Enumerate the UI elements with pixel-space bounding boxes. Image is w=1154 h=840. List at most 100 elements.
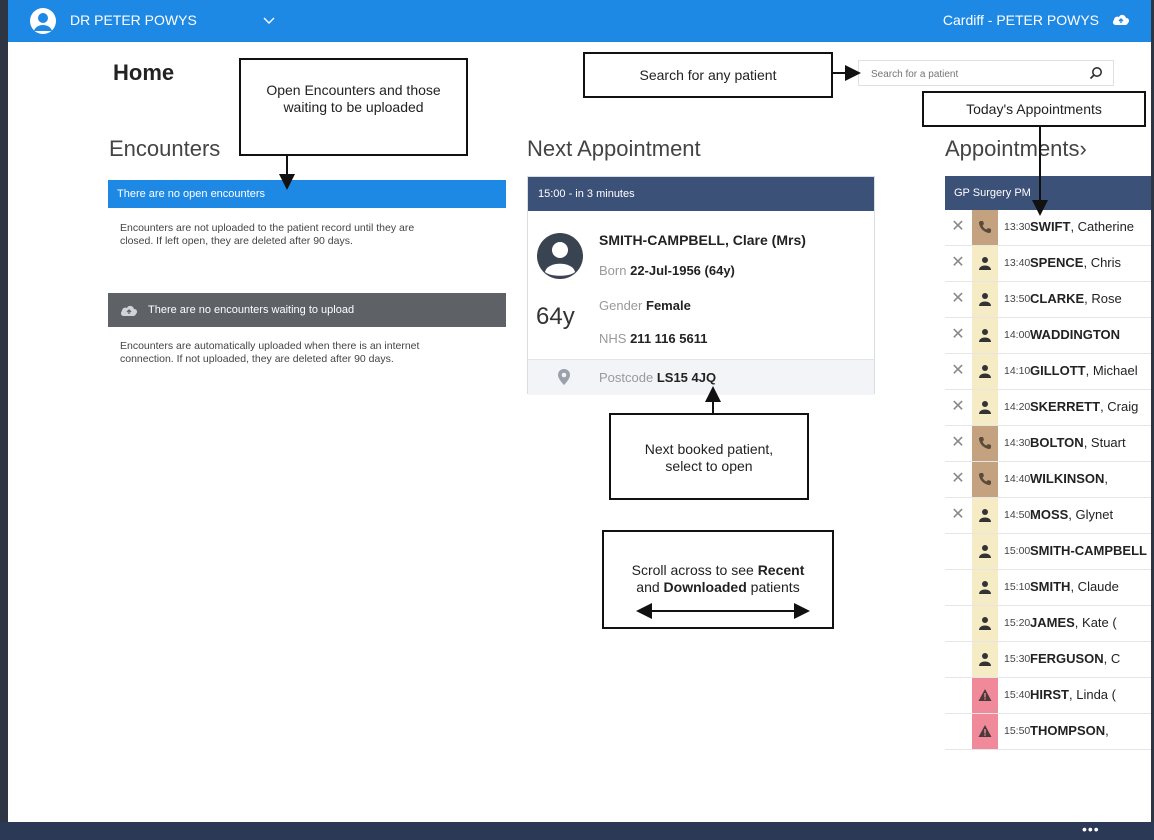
- next-appointment-time: 15:00 - in 3 minutes: [528, 177, 874, 211]
- appointment-row[interactable]: ✕ 13:50 CLARKE, Rose: [945, 282, 1151, 318]
- born-label: Born: [599, 263, 627, 278]
- patient-search[interactable]: [858, 60, 1114, 87]
- nhs-label: NHS: [599, 331, 627, 346]
- appointment-patient: GILLOTT, Michael: [1030, 363, 1138, 378]
- appointment-surname: SMITH: [1030, 579, 1071, 594]
- appointment-row[interactable]: 15:40 HIRST, Linda (: [945, 678, 1151, 714]
- appointment-time: 14:10: [1004, 365, 1031, 377]
- user-avatar-icon[interactable]: [30, 8, 56, 34]
- cancel-icon[interactable]: ✕: [950, 255, 966, 271]
- appointment-list[interactable]: ✕ 13:30 SWIFT, Catherine ✕ 13:40 SPENCE, Chri…: [945, 210, 1151, 804]
- appointment-time: 13:30: [1004, 221, 1031, 233]
- next-appointment-card[interactable]: 15:00 - in 3 minutes 64y SMITH-CAMPBELL,…: [527, 176, 875, 395]
- appointment-row[interactable]: 15:20 JAMES, Kate (: [945, 606, 1151, 642]
- appointment-surname: THOMPSON: [1030, 723, 1106, 738]
- upload-encounters-label: There are no encounters waiting to uploa…: [148, 304, 355, 316]
- appointment-type-strip: [972, 354, 998, 389]
- top-bar: DR PETER POWYS Cardiff - PETER POWYS: [8, 0, 1151, 42]
- appointment-time: 13:50: [1004, 293, 1031, 305]
- search-icon[interactable]: [1089, 66, 1103, 80]
- chevron-down-icon[interactable]: [263, 11, 275, 31]
- upload-encounters-status[interactable]: There are no encounters waiting to uploa…: [108, 293, 506, 327]
- appointment-row[interactable]: 15:50 THOMPSON,: [945, 714, 1151, 750]
- appointment-row[interactable]: ✕ 14:40 WILKINSON,: [945, 462, 1151, 498]
- appointment-time: 15:30: [1004, 653, 1031, 665]
- cancel-icon[interactable]: ✕: [950, 219, 966, 235]
- appointment-patient: THOMPSON,: [1030, 723, 1109, 738]
- callout-encounters: Open Encounters and those waiting to be …: [239, 58, 468, 156]
- postcode-value: LS15 4JQ: [656, 370, 717, 385]
- appointment-forename: , Glynet: [1068, 507, 1114, 522]
- callout-todays-appointments: Today's Appointments: [922, 91, 1146, 127]
- gender-label: Gender: [599, 298, 643, 313]
- appointment-type-strip: [972, 678, 998, 713]
- appointment-row[interactable]: ✕ 14:30 BOLTON, Stuart: [945, 426, 1151, 462]
- window-frame-left: [0, 0, 8, 840]
- patient-name: SMITH-CAMPBELL, Clare (Mrs): [599, 232, 806, 248]
- callout-scroll: Scroll across to see Recent and Download…: [602, 530, 834, 629]
- appointment-patient: SMITH-CAMPBELL: [1030, 543, 1147, 558]
- cancel-icon[interactable]: ✕: [950, 507, 966, 523]
- cancel-icon[interactable]: ✕: [950, 327, 966, 343]
- appointment-row[interactable]: ✕ 14:50 MOSS, Glynet: [945, 498, 1151, 534]
- appointment-patient: FERGUSON, C: [1030, 651, 1120, 666]
- appointment-surname: SMITH-CAMPBELL: [1030, 543, 1147, 558]
- appointment-forename: ,: [1105, 723, 1109, 738]
- appointment-forename: , Catherine: [1070, 219, 1135, 234]
- appointment-forename: , C: [1103, 651, 1121, 666]
- appointments-title[interactable]: Appointments›: [945, 136, 1087, 162]
- appointment-surname: MOSS: [1030, 507, 1069, 522]
- callout-scroll-text2: patients: [746, 579, 800, 595]
- appointment-patient: SPENCE, Chris: [1030, 255, 1121, 270]
- appointment-patient: SMITH, Claude: [1030, 579, 1119, 594]
- page-title: Home: [113, 60, 175, 85]
- appointment-row[interactable]: ✕ 14:00 WADDINGTON: [945, 318, 1151, 354]
- appointment-surname: GILLOTT: [1030, 363, 1086, 378]
- cancel-icon[interactable]: ✕: [950, 363, 966, 379]
- more-options-icon[interactable]: •••: [1082, 822, 1100, 836]
- open-encounters-status[interactable]: There are no open encounters: [108, 180, 506, 208]
- appointment-surname: CLARKE: [1030, 291, 1085, 306]
- person-icon: [978, 256, 992, 275]
- next-appointment-title: Next Appointment: [527, 136, 701, 161]
- search-input[interactable]: [859, 61, 1093, 87]
- born-value: 22-Jul-1956 (64y): [630, 263, 735, 278]
- nhs-value: 211 116 5611: [630, 331, 708, 346]
- appointment-type-strip: [972, 282, 998, 317]
- appointment-surname: SPENCE: [1030, 255, 1084, 270]
- cancel-icon[interactable]: ✕: [950, 435, 966, 451]
- appointment-time: 15:20: [1004, 617, 1031, 629]
- postcode: Postcode LS15 4JQ: [599, 370, 716, 385]
- appointment-row[interactable]: 15:30 FERGUSON, C: [945, 642, 1151, 678]
- cloud-sync-icon[interactable]: [1111, 10, 1131, 30]
- appointment-type-strip: [972, 714, 998, 749]
- appointment-row[interactable]: ✕ 13:30 SWIFT, Catherine: [945, 210, 1151, 246]
- appointment-forename: , Craig: [1100, 399, 1139, 414]
- appointment-time: 14:20: [1004, 401, 1031, 413]
- appointment-time: 15:00: [1004, 545, 1031, 557]
- person-icon: [978, 544, 992, 563]
- appointment-row[interactable]: ✕ 14:10 GILLOTT, Michael: [945, 354, 1151, 390]
- person-icon: [978, 580, 992, 599]
- appointment-surname: SWIFT: [1030, 219, 1071, 234]
- cancel-icon[interactable]: ✕: [950, 399, 966, 415]
- appointment-type-strip: [972, 426, 998, 461]
- appointment-row[interactable]: ✕ 14:20 SKERRETT, Craig: [945, 390, 1151, 426]
- bottom-app-bar: •••: [0, 822, 1154, 840]
- postcode-label: Postcode: [599, 370, 654, 385]
- appointment-forename: , Stuart: [1083, 435, 1126, 450]
- appointment-row[interactable]: 15:00 SMITH-CAMPBELL: [945, 534, 1151, 570]
- appointment-time: 14:30: [1004, 437, 1031, 449]
- cancel-icon[interactable]: ✕: [950, 471, 966, 487]
- appointment-patient: CLARKE, Rose: [1030, 291, 1122, 306]
- appointment-type-strip: [972, 498, 998, 533]
- appointment-row[interactable]: ✕ 13:40 SPENCE, Chris: [945, 246, 1151, 282]
- appointment-surname: WADDINGTON: [1030, 327, 1121, 342]
- user-name[interactable]: DR PETER POWYS: [70, 12, 197, 28]
- appointment-row[interactable]: 15:10 SMITH, Claude: [945, 570, 1151, 606]
- patient-age: 64y: [536, 303, 575, 330]
- cancel-icon[interactable]: ✕: [950, 291, 966, 307]
- callout-scroll-downloaded: Downloaded: [663, 579, 747, 595]
- phone-icon: [978, 436, 992, 455]
- patient-born: Born 22-Jul-1956 (64y): [599, 263, 735, 278]
